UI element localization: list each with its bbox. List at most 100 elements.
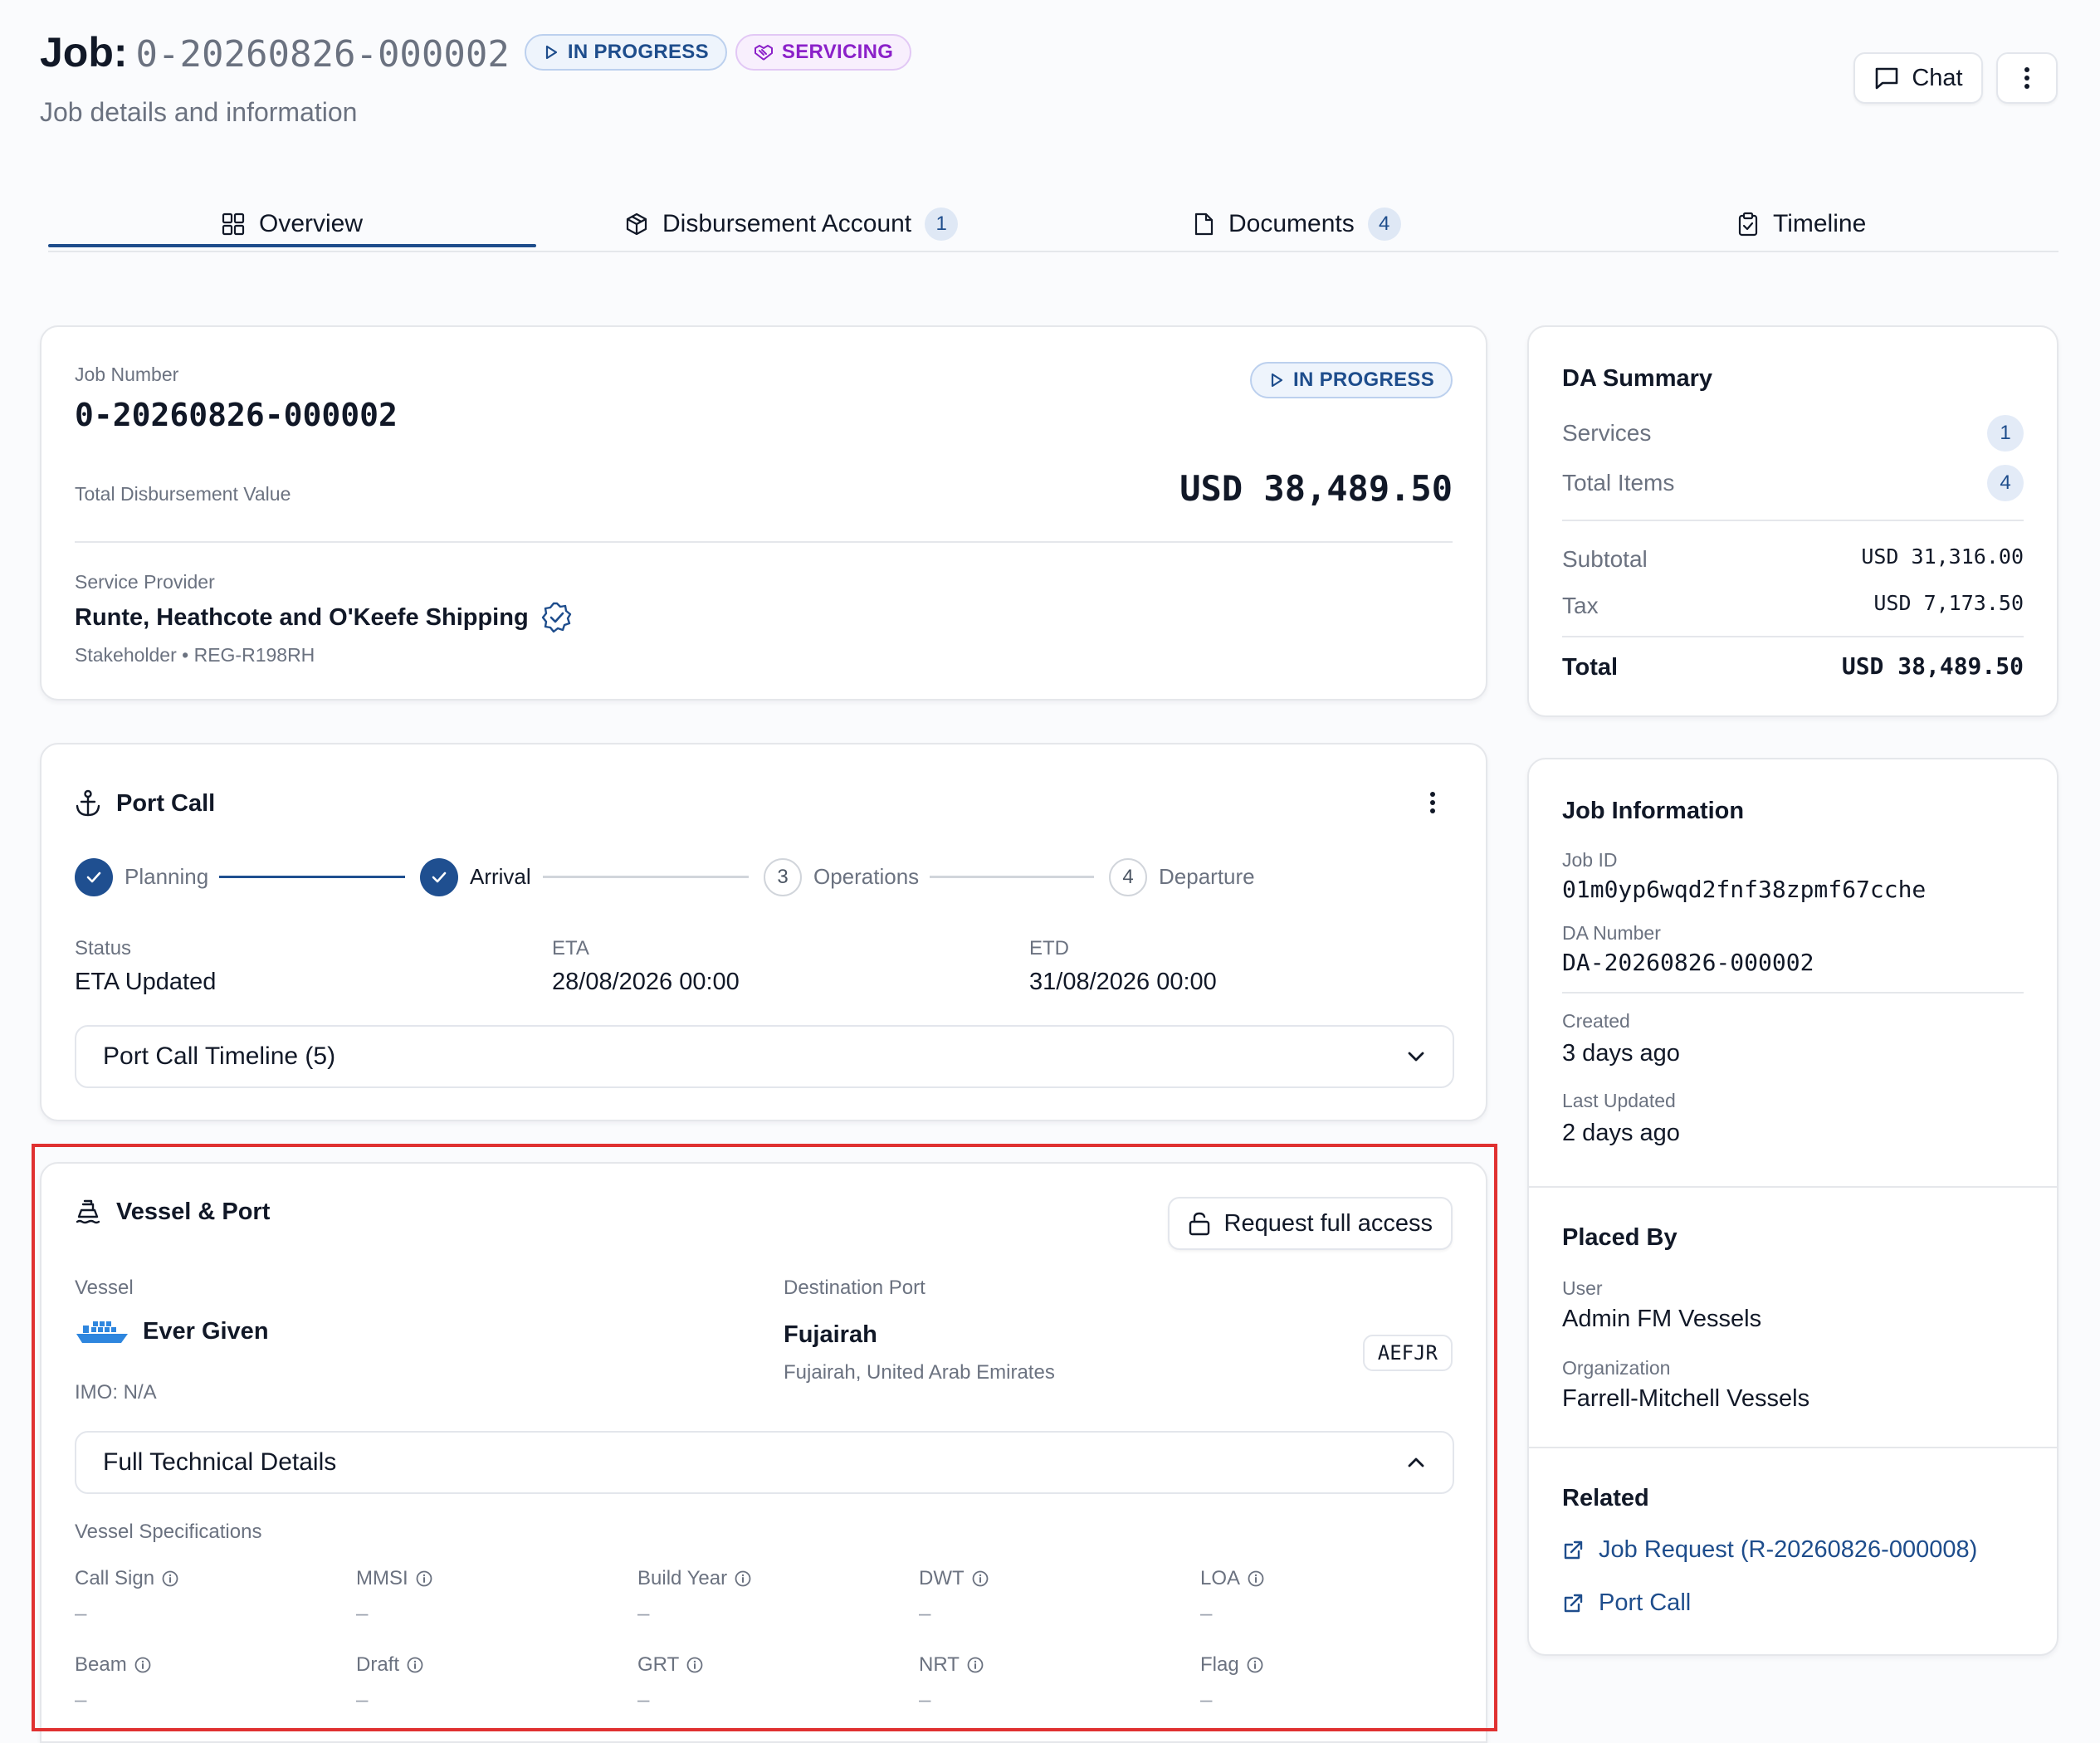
info-tooltip-trigger[interactable] [966,1656,984,1674]
request-full-access-label: Request full access [1223,1209,1433,1237]
tab-timeline[interactable]: Timeline [1736,196,1866,252]
spec-label: Build Year [637,1567,752,1590]
info-tooltip-trigger[interactable] [1246,1656,1264,1674]
info-tooltip-trigger[interactable] [971,1570,989,1588]
ship-icon [76,1199,100,1223]
tab-label: Timeline [1773,210,1867,237]
spec-label-text: LOA [1200,1567,1241,1589]
vessel-imo: IMO: N/A [75,1381,157,1404]
section-divider [1529,1447,2057,1448]
info-tooltip-trigger[interactable] [161,1570,179,1588]
type-badge-label: SERVICING [781,41,894,63]
info-tooltip-trigger[interactable] [415,1570,433,1588]
total-label: Total [1562,654,1619,681]
chat-button-label: Chat [1912,64,1963,91]
tab-documents[interactable]: Documents 4 [1192,196,1401,252]
tab-count-badge: 1 [925,208,959,241]
spec-value: – [1200,1687,1213,1711]
spec-label-text: Call Sign [75,1567,155,1589]
organization-label: Organization [1562,1357,1671,1379]
port-call-more-button[interactable] [1429,791,1436,814]
more-vertical-icon [1430,792,1435,813]
info-icon [407,1657,423,1673]
destination-port-location: Fujairah, United Arab Emirates [784,1361,1055,1384]
tax-value: USD 7,173.50 [1873,591,2024,615]
verified-badge-icon [541,602,571,633]
info-tooltip-trigger[interactable] [734,1570,752,1588]
box-icon [626,212,647,236]
port-call-header: Port Call [75,789,215,818]
status-label: Status [75,937,132,959]
info-tooltip-trigger[interactable] [686,1656,704,1674]
port-call-link[interactable]: Port Call [1562,1589,1691,1617]
step-departure-number: 4 [1109,858,1147,896]
spec-label: LOA [1200,1567,1265,1590]
status-badge-label: IN PROGRESS [567,41,709,63]
info-icon [416,1570,432,1587]
vessel-port-card: Vessel & Port Request full access Vessel… [40,1162,1487,1743]
port-call-link-label: Port Call [1599,1589,1692,1616]
related-title: Related [1562,1485,1649,1511]
service-provider-label: Service Provider [75,571,215,593]
job-status-badge: IN PROGRESS [1250,362,1453,398]
port-call-timeline-toggle[interactable]: Port Call Timeline (5) [75,1025,1454,1088]
more-vertical-icon [2024,67,2029,89]
info-icon [162,1570,178,1587]
spec-label-text: NRT [919,1653,960,1676]
step-planning-check [75,858,113,896]
tab-label: Disbursement Account [662,210,912,237]
page-subtitle: Job details and information [40,97,358,127]
more-options-button[interactable] [1996,52,2058,104]
status-badge: IN PROGRESS [524,34,727,71]
page-title: Job: 0-20260826-000002 IN PROGRESS SERVI… [40,28,912,76]
divider [1562,636,2024,637]
info-icon [1247,1657,1263,1673]
spec-value: – [75,1687,87,1711]
request-full-access-button[interactable]: Request full access [1167,1197,1453,1250]
cargo-ship-icon [76,1321,128,1343]
title-job-id: 0-20260826-000002 [135,33,510,76]
spec-value: – [356,1600,369,1625]
vessel-port-header: Vessel & Port [75,1199,270,1226]
play-icon [1271,373,1283,388]
full-technical-details-toggle[interactable]: Full Technical Details [75,1431,1454,1494]
tab-disbursement-account[interactable]: Disbursement Account 1 [624,196,959,252]
spec-label-text: Draft [356,1653,400,1676]
active-tab-indicator [48,244,536,247]
job-number-label: Job Number [75,364,179,385]
eta-label: ETA [552,937,589,959]
spec-label-text: GRT [637,1653,680,1676]
spec-label-text: MMSI [356,1567,408,1589]
total-items-count-badge: 4 [1987,465,2024,501]
placed-by-title: Placed By [1562,1224,1678,1251]
info-tooltip-trigger[interactable] [406,1656,424,1674]
spec-value: – [919,1687,931,1711]
spec-value: – [1200,1600,1213,1625]
info-tooltip-trigger[interactable] [134,1656,152,1674]
divider [1562,992,2024,994]
chat-button[interactable]: Chat [1853,52,1983,104]
spec-value: – [919,1600,931,1625]
info-tooltip-trigger[interactable] [1247,1570,1265,1588]
service-provider-name: Runte, Heathcote and O'Keefe Shipping [75,603,529,631]
spec-label: MMSI [356,1567,433,1590]
spec-label: DWT [919,1567,989,1590]
info-icon [1248,1570,1264,1587]
tax-label: Tax [1562,593,1599,618]
total-items-label: Total Items [1562,470,1675,496]
spec-label: Call Sign [75,1567,179,1590]
job-request-link[interactable]: Job Request (R-20260826-000008) [1562,1536,1977,1564]
chevron-down-icon [1408,1052,1424,1062]
service-provider-meta: Stakeholder • REG-R198RH [75,644,315,666]
vessel-specifications-heading: Vessel Specifications [75,1521,262,1543]
vessel-label: Vessel [75,1277,134,1299]
grid-icon [222,212,245,236]
spec-value: – [637,1687,650,1711]
job-number-value: 0-20260826-000002 [75,397,398,433]
info-icon [967,1657,984,1673]
step-connector [930,876,1094,878]
da-summary-card: DA Summary Services 1 Total Items 4 Subt… [1527,325,2058,717]
step-departure-label: Departure [1159,864,1255,889]
job-information-card: Job Information Job ID 01m0yp6wqd2fnf38z… [1527,758,2058,1656]
chat-icon [1876,67,1898,90]
